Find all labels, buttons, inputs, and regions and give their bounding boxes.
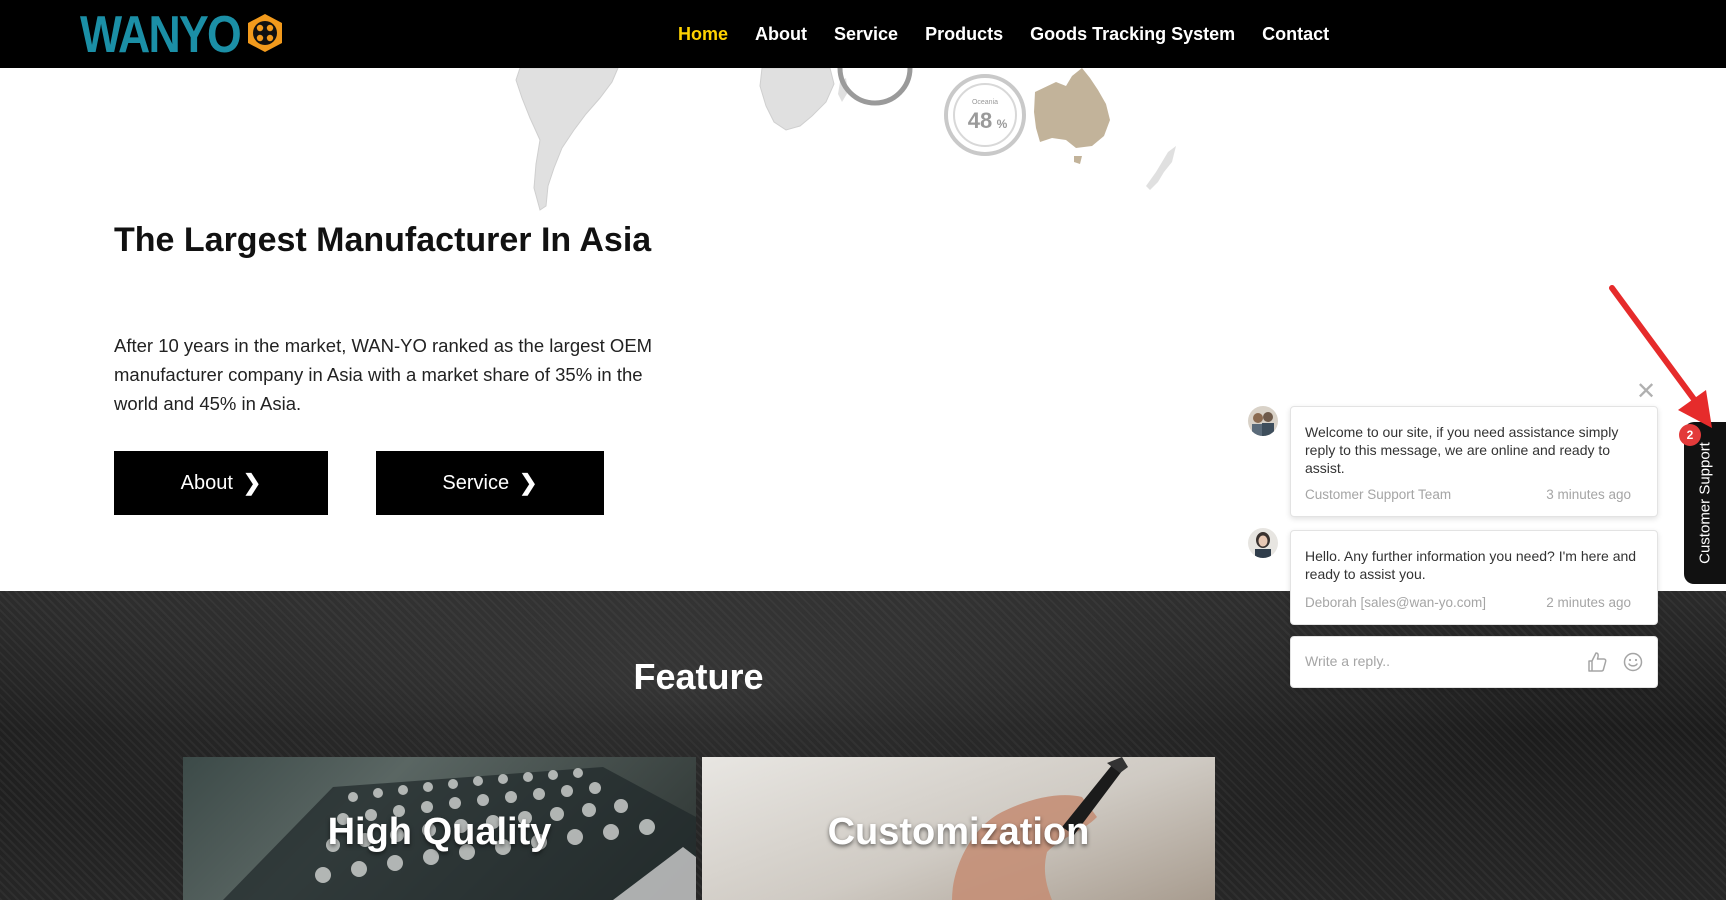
about-button[interactable]: About ❯: [114, 451, 328, 515]
chat-reply-box: [1290, 636, 1658, 688]
service-button-label: Service: [442, 471, 510, 494]
oceania-label: Oceania: [972, 99, 998, 106]
oceania-share-unit: %: [997, 117, 1008, 131]
main-nav: Home About Service Products Goods Tracki…: [678, 0, 1356, 68]
nav-contact[interactable]: Contact: [1262, 24, 1329, 45]
oceania-share-badge: Oceania 48 %: [944, 74, 1026, 156]
deborah-avatar: [1248, 528, 1278, 558]
site-header: WANYO Home About Service Products Goods …: [0, 0, 1726, 68]
emoji-icon[interactable]: [1621, 650, 1645, 674]
chat-message-meta: Customer Support Team 3 minutes ago: [1305, 487, 1631, 502]
red-arrow-annotation: [1609, 285, 1712, 428]
australia-shape: [1034, 68, 1110, 148]
logo-letters: WANYO: [80, 8, 240, 58]
nav-goods-tracking[interactable]: Goods Tracking System: [1030, 24, 1235, 45]
south-america-shape: [515, 67, 619, 211]
nav-home[interactable]: Home: [678, 24, 728, 45]
feature-card-high-quality[interactable]: High Quality: [183, 757, 696, 900]
logo-emblem-icon: [248, 14, 282, 52]
customer-support-label: Customer Support: [1696, 442, 1714, 564]
thumbs-up-icon[interactable]: [1585, 650, 1609, 674]
chevron-right-icon: ❯: [519, 470, 538, 495]
new-zealand-shape: [1146, 146, 1176, 190]
oceania-share-value: 48: [968, 108, 992, 133]
feature-card-title: Customization: [827, 811, 1090, 853]
chevron-right-icon: ❯: [242, 470, 262, 495]
chat-message-meta: Deborah [sales@wan-yo.com] 2 minutes ago: [1305, 595, 1631, 610]
support-team-avatar: [1248, 406, 1278, 436]
nav-about[interactable]: About: [755, 24, 807, 45]
nav-service[interactable]: Service: [834, 24, 898, 45]
chat-message-sender: Customer Support Team: [1305, 487, 1452, 502]
nav-products[interactable]: Products: [925, 24, 1003, 45]
chat-message-text: Welcome to our site, if you need assista…: [1305, 424, 1619, 476]
chat-message-time: 3 minutes ago: [1546, 487, 1631, 502]
intro-text: After 10 years in the market, WAN-YO ran…: [114, 335, 653, 414]
region-circle-partial: [837, 67, 913, 106]
logo-graphic: WANYO: [80, 6, 282, 64]
service-button[interactable]: Service ❯: [376, 451, 604, 515]
feature-card-customization[interactable]: Customization: [702, 757, 1215, 900]
about-button-label: About: [180, 471, 233, 494]
customer-support-tab[interactable]: Customer Support: [1684, 422, 1726, 584]
world-market-map: Oceania 48 %: [500, 67, 1260, 218]
intro-title: The Largest Manufacturer In Asia: [114, 221, 652, 259]
chat-message-time: 2 minutes ago: [1546, 595, 1631, 610]
feature-title: Feature: [633, 656, 764, 697]
chat-message-sender: Deborah [sales@wan-yo.com]: [1305, 595, 1487, 610]
chat-message-text: Hello. Any further information you need?…: [1305, 548, 1637, 582]
tasmania-shape: [1074, 156, 1082, 164]
africa-shape: [759, 67, 835, 131]
wanyo-logo[interactable]: WANYO: [80, 6, 290, 64]
chat-message: Hello. Any further information you need?…: [1290, 530, 1658, 625]
feature-card-title: High Quality: [327, 811, 552, 853]
chat-reply-input[interactable]: [1305, 653, 1565, 669]
world-map-graphic: Oceania 48 %: [515, 67, 1176, 211]
